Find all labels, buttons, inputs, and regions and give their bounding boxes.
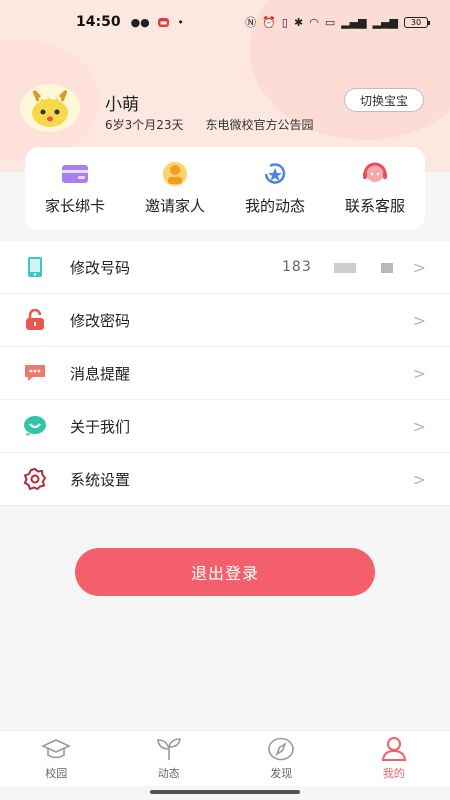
- nfc-icon: Ⓝ: [245, 16, 257, 29]
- quick-action-invite-family[interactable]: 邀请家人: [129, 161, 221, 216]
- tab-label: 校园: [45, 767, 68, 780]
- tab-campus[interactable]: 校园: [16, 736, 96, 781]
- switch-child-button[interactable]: 切换宝宝: [344, 88, 424, 112]
- menu-item-about-us[interactable]: 关于我们 >: [0, 400, 450, 453]
- about-icon: [22, 414, 48, 438]
- phone-number-value: 183: [282, 259, 312, 275]
- chevron-right-icon: >: [412, 257, 426, 277]
- tab-discover[interactable]: 发现: [241, 736, 321, 781]
- user-icon: [379, 736, 409, 762]
- avatar[interactable]: [20, 84, 80, 132]
- notification-badge-icon: ▬: [157, 17, 170, 27]
- dot-icon: •: [177, 15, 184, 29]
- settings-menu: 修改号码 183 > 修改密码 > 消息提醒 > 关于我们 > 系统设置 >: [0, 241, 450, 506]
- status-time: 14:50: [76, 14, 121, 30]
- home-indicator[interactable]: [150, 790, 300, 794]
- status-system-icons: Ⓝ ⏰ ▯ ✱ ◠ ▭ ▂▄▆ ▂▄▆ 30: [245, 14, 430, 30]
- menu-item-change-password[interactable]: 修改密码 >: [0, 294, 450, 347]
- child-age: 6岁3个月23天: [105, 118, 184, 132]
- chevron-right-icon: >: [412, 310, 426, 330]
- status-notification-icons: ●● ▬ •: [131, 16, 184, 29]
- status-bar: 14:50 ●● ▬ • Ⓝ ⏰ ▯ ✱ ◠ ▭ ▂▄▆ ▂▄▆ 30: [0, 0, 450, 44]
- quick-action-my-activity[interactable]: 我的动态: [229, 161, 321, 216]
- chevron-right-icon: >: [412, 469, 426, 489]
- menu-item-label: 消息提醒: [70, 364, 131, 383]
- settings-icon: [22, 467, 48, 491]
- invite-family-icon: [160, 161, 190, 187]
- message-icon: [22, 361, 48, 385]
- child-name: 小萌: [105, 95, 139, 115]
- quick-action-label: 我的动态: [244, 197, 305, 215]
- logout-button[interactable]: 退出登录: [75, 548, 375, 596]
- school-name: 东电微校官方公告园: [205, 118, 314, 132]
- tab-activity[interactable]: 动态: [129, 736, 209, 781]
- customer-service-icon: [360, 161, 390, 187]
- compass-icon: [266, 736, 296, 762]
- chevron-right-icon: >: [412, 363, 426, 383]
- redacted-digits: [334, 263, 356, 273]
- signal-icon: ▂▄▆: [372, 15, 398, 29]
- menu-item-message-reminder[interactable]: 消息提醒 >: [0, 347, 450, 400]
- menu-item-system-settings[interactable]: 系统设置 >: [0, 453, 450, 506]
- lock-icon: [22, 308, 48, 332]
- my-activity-icon: [260, 161, 290, 187]
- quick-action-label: 家长绑卡: [44, 197, 105, 215]
- sprout-icon: [154, 736, 184, 762]
- chevron-right-icon: >: [412, 416, 426, 436]
- tab-label: 发现: [270, 767, 293, 780]
- bottom-tab-bar: 校园 动态 发现 我的: [0, 730, 450, 786]
- campus-icon: [41, 736, 72, 762]
- quick-action-bind-card[interactable]: 家长绑卡: [29, 161, 121, 216]
- child-meta: 6岁3个月23天 东电微校官方公告园: [105, 116, 314, 133]
- tab-mine[interactable]: 我的: [354, 736, 434, 781]
- bluetooth-icon: ✱: [293, 15, 304, 29]
- menu-item-label: 修改密码: [70, 311, 131, 330]
- battery-icon: 30: [404, 16, 430, 28]
- quick-action-customer-service[interactable]: 联系客服: [329, 161, 421, 216]
- deer-avatar-icon: [32, 89, 68, 127]
- quick-action-label: 邀请家人: [144, 197, 205, 215]
- hd-icon: ▭: [324, 15, 336, 29]
- tab-label: 我的: [382, 767, 405, 780]
- quick-action-label: 联系客服: [344, 197, 405, 215]
- card-icon: [60, 161, 90, 187]
- alarm-icon: ⏰: [262, 15, 276, 29]
- menu-item-change-phone[interactable]: 修改号码 183 >: [0, 241, 450, 294]
- tab-label: 动态: [157, 767, 180, 780]
- menu-item-label: 修改号码: [70, 258, 131, 277]
- wechat-icon: ●●: [130, 15, 150, 29]
- menu-item-label: 系统设置: [70, 470, 131, 489]
- quick-actions-card: 家长绑卡 邀请家人 我的动态 联系客服: [25, 147, 425, 230]
- redacted-digits: [381, 263, 393, 273]
- menu-item-label: 关于我们: [70, 417, 131, 436]
- wifi-icon: ◠: [309, 15, 319, 29]
- phone-icon: [22, 255, 48, 279]
- signal-icon: ▂▄▆: [341, 15, 367, 29]
- vibrate-icon: ▯: [281, 15, 288, 29]
